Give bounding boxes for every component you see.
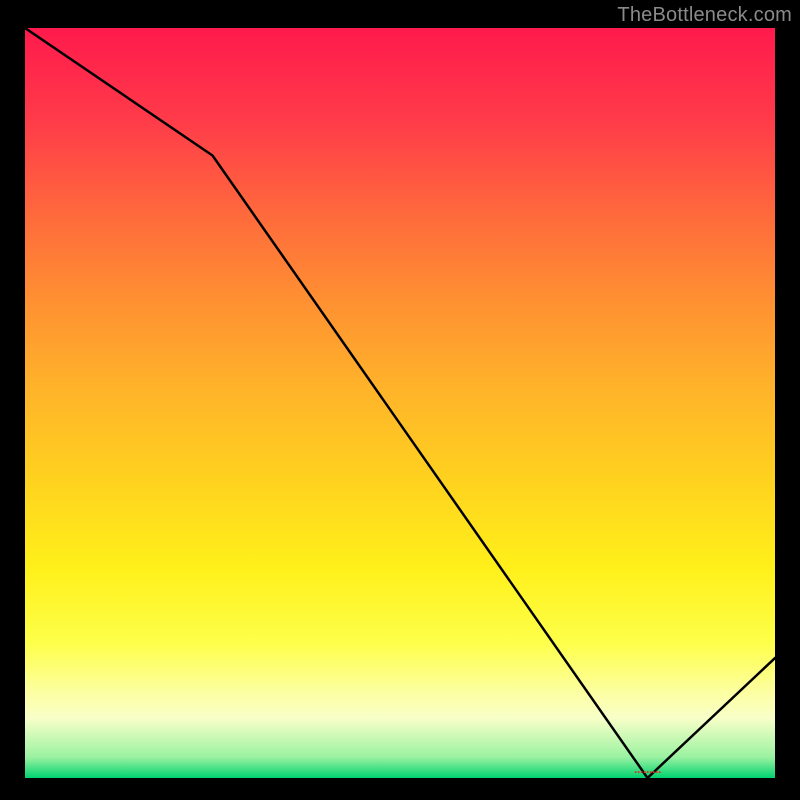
plot-area: ········· <box>25 28 775 778</box>
attribution-text: TheBottleneck.com <box>617 4 792 27</box>
chart-container: TheBottleneck.com ········· <box>0 0 800 800</box>
optimal-label: ········· <box>634 765 661 778</box>
bottleneck-curve <box>25 28 775 778</box>
